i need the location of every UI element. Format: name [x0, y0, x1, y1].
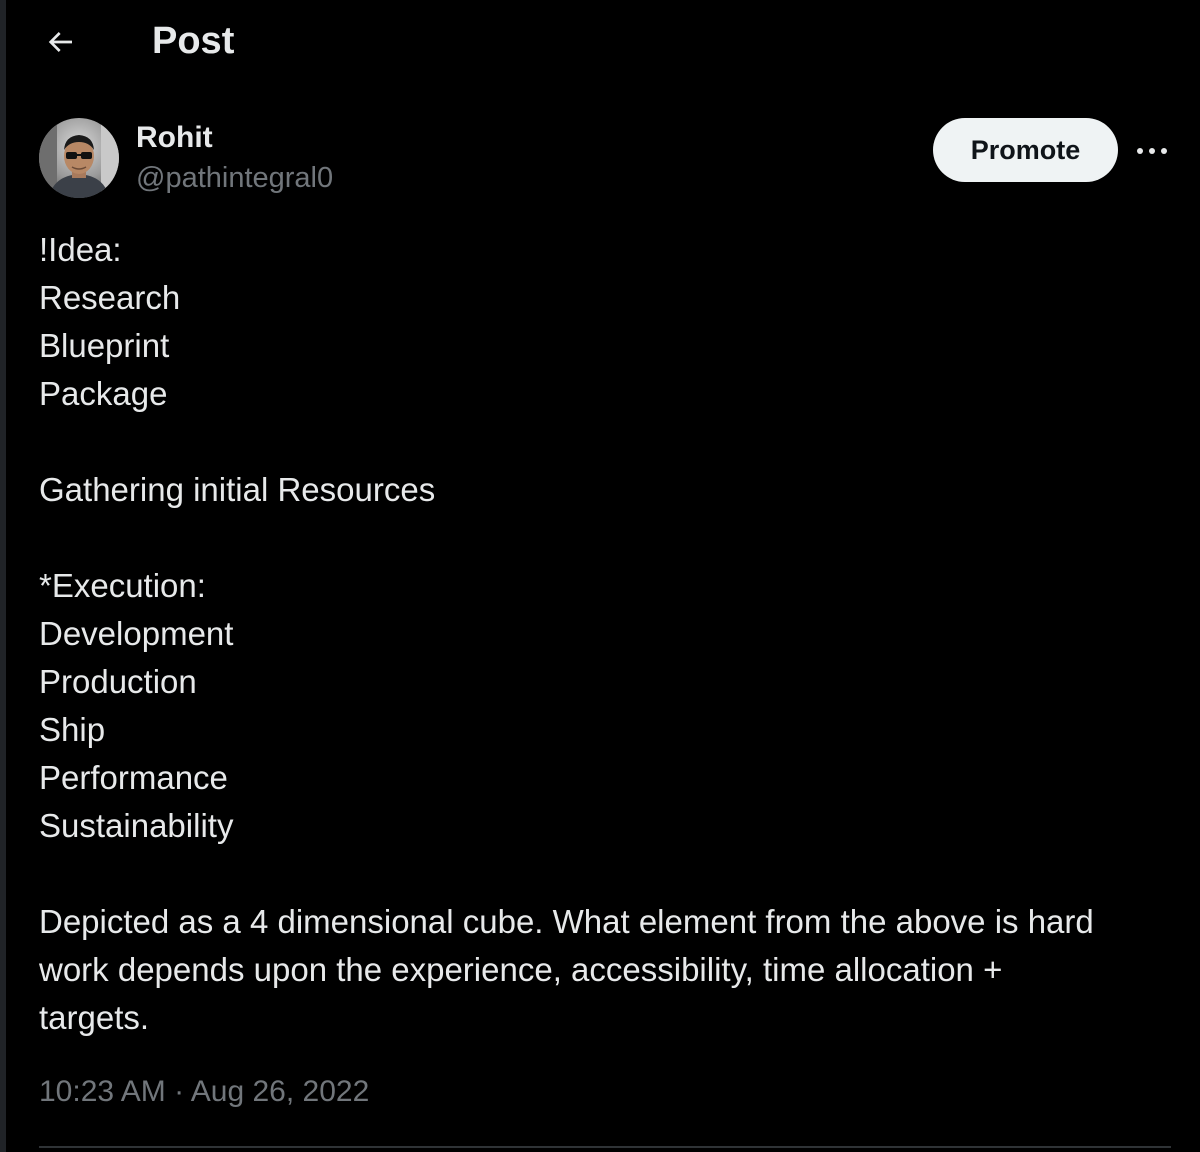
more-horizontal-icon	[1137, 148, 1167, 154]
post-timestamp: 10:23 AM · Aug 26, 2022	[39, 1072, 369, 1112]
post-line: work depends upon the experience, access…	[39, 951, 1003, 988]
user-avatar-photo	[39, 118, 119, 198]
post-line: *Execution:	[39, 567, 206, 604]
divider	[39, 1146, 1171, 1148]
timestamp-separator: ·	[165, 1075, 191, 1108]
author-name[interactable]: Rohit	[136, 120, 213, 156]
post-line: Blueprint	[39, 327, 170, 364]
post-line: Production	[39, 663, 197, 700]
more-options-button[interactable]	[1132, 134, 1172, 168]
page-header: Post	[0, 0, 1200, 84]
promote-button[interactable]: Promote	[933, 118, 1118, 182]
page-title: Post	[152, 20, 235, 62]
post-text: !Idea: Research Blueprint Package Gather…	[39, 226, 1174, 1042]
post-line: Sustainability	[39, 807, 234, 844]
post-line	[39, 850, 1174, 898]
post-line: Package	[39, 375, 168, 412]
post-line: !Idea:	[39, 231, 122, 268]
post-line: Depicted as a 4 dimensional cube. What e…	[39, 903, 1094, 940]
arrow-left-icon	[48, 32, 72, 52]
back-button[interactable]	[38, 22, 82, 62]
post-line: Development	[39, 615, 234, 652]
column-border	[0, 0, 6, 1152]
post-line: Research	[39, 279, 181, 316]
post-date-link[interactable]: Aug 26, 2022	[191, 1075, 370, 1108]
post-line	[39, 514, 1174, 562]
avatar[interactable]	[39, 118, 119, 198]
post-line: Ship	[39, 711, 106, 748]
post-line: targets.	[39, 999, 150, 1036]
post-line: Performance	[39, 759, 228, 796]
post-line	[39, 418, 1174, 466]
author-handle[interactable]: @pathintegral0	[136, 160, 333, 196]
post-line: Gathering initial Resources	[39, 471, 436, 508]
post-time-link[interactable]: 10:23 AM	[39, 1075, 166, 1108]
